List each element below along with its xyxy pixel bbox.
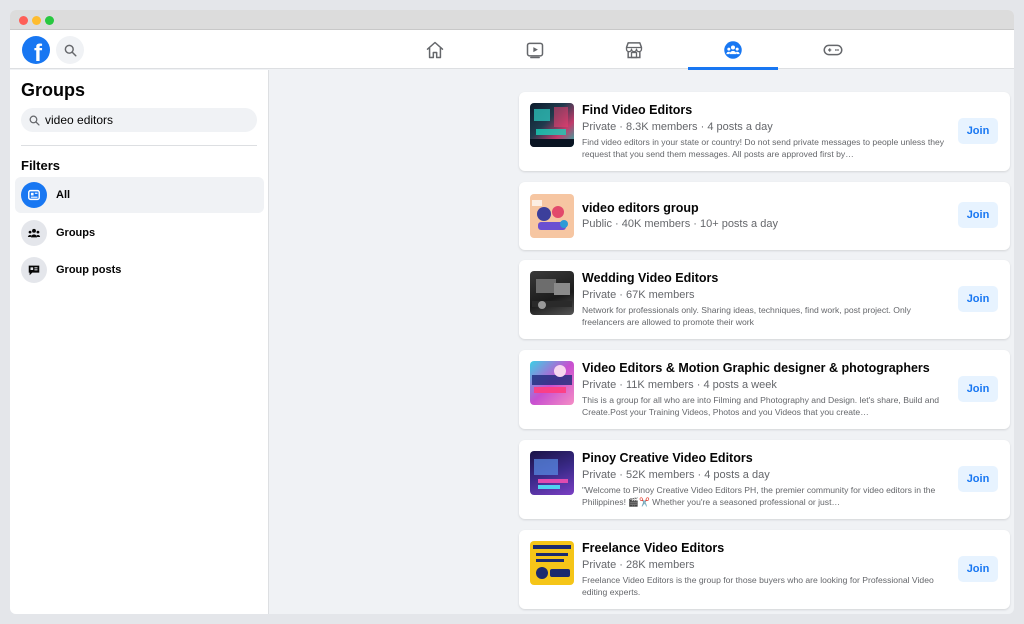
search-button[interactable] [56,36,84,64]
join-button[interactable]: Join [958,376,998,402]
group-meta: Public · 40K members · 10+ posts a day [582,218,778,230]
group-cover-image [530,361,574,405]
group-result-card[interactable]: Pinoy Creative Video Editors Private · 5… [519,440,1010,519]
group-description: This is a group for all who are into Fil… [582,395,940,417]
gaming-icon [823,44,843,55]
join-button[interactable]: Join [958,118,998,144]
group-description: Freelance Video Editors is the group for… [582,575,934,597]
groups-sidebar: Groups Filters All [10,70,269,614]
group-meta: Private · 28K members [582,559,695,571]
group-name[interactable]: Find Video Editors [582,103,692,117]
search-input[interactable] [45,113,245,127]
filter-all[interactable]: All [15,177,264,213]
marketplace-icon [625,41,643,58]
nav-tab-watch[interactable] [490,30,580,69]
close-window-button[interactable] [19,16,28,25]
group-name[interactable]: Freelance Video Editors [582,541,724,555]
filter-label: Group posts [56,264,122,276]
group-name[interactable]: video editors group [582,201,699,215]
filter-label: Groups [56,227,96,239]
group-name[interactable]: Wedding Video Editors [582,271,718,285]
group-description: Network for professionals only. Sharing … [582,305,911,327]
group-result-card[interactable]: Find Video Editors Private · 8.3K member… [519,92,1010,171]
group-result-card[interactable]: Freelance Video Editors Private · 28K me… [519,530,1010,609]
groups-icon [724,40,742,59]
nav-tab-marketplace[interactable] [589,30,679,69]
nav-tab-groups[interactable] [688,30,778,70]
group-description: Find video editors in your state or coun… [582,137,945,159]
group-cover-image [530,194,574,238]
maximize-window-button[interactable] [45,16,54,25]
home-icon [426,41,444,58]
group-name[interactable]: Video Editors & Motion Graphic designer … [582,361,930,375]
group-meta: Private · 52K members · 4 posts a day [582,469,770,481]
group-result-card[interactable]: video editors group Public · 40K members… [519,182,1010,250]
group-result-card[interactable]: Wedding Video Editors Private · 67K memb… [519,260,1010,339]
join-button[interactable]: Join [958,556,998,582]
page-title: Groups [21,80,86,100]
nav-tab-gaming[interactable] [788,30,878,69]
minimize-window-button[interactable] [32,16,41,25]
post-icon [21,257,47,283]
group-result-card[interactable]: Video Editors & Motion Graphic designer … [519,350,1010,429]
group-name[interactable]: Pinoy Creative Video Editors [582,451,753,465]
filter-label: All [56,189,71,201]
group-description: "Welcome to Pinoy Creative Video Editors… [582,485,936,507]
facebook-logo-icon[interactable]: f [22,36,50,64]
group-cover-image [530,271,574,315]
search-box[interactable] [21,108,257,132]
group-meta: Private · 67K members [582,289,695,301]
window-titlebar [10,10,1014,30]
group-meta: Private · 8.3K members · 4 posts a day [582,121,773,133]
join-button[interactable]: Join [958,466,998,492]
filters-heading: Filters [21,158,61,173]
search-icon [29,115,40,126]
watch-icon [526,42,544,58]
join-button[interactable]: Join [958,202,998,228]
all-results-icon [21,182,47,208]
filter-group-posts[interactable]: Group posts [15,252,264,288]
group-meta: Private · 11K members · 4 posts a week [582,379,777,391]
people-icon [21,220,47,246]
group-cover-image [530,103,574,147]
group-cover-image [530,541,574,585]
search-icon [64,44,77,57]
group-cover-image [530,451,574,495]
join-button[interactable]: Join [958,286,998,312]
divider [21,145,257,146]
top-navigation: f [10,30,1014,70]
filter-groups[interactable]: Groups [15,215,264,251]
nav-tab-home[interactable] [390,30,480,69]
app-window: f Groups video editors Filters All Group… [10,10,1014,614]
